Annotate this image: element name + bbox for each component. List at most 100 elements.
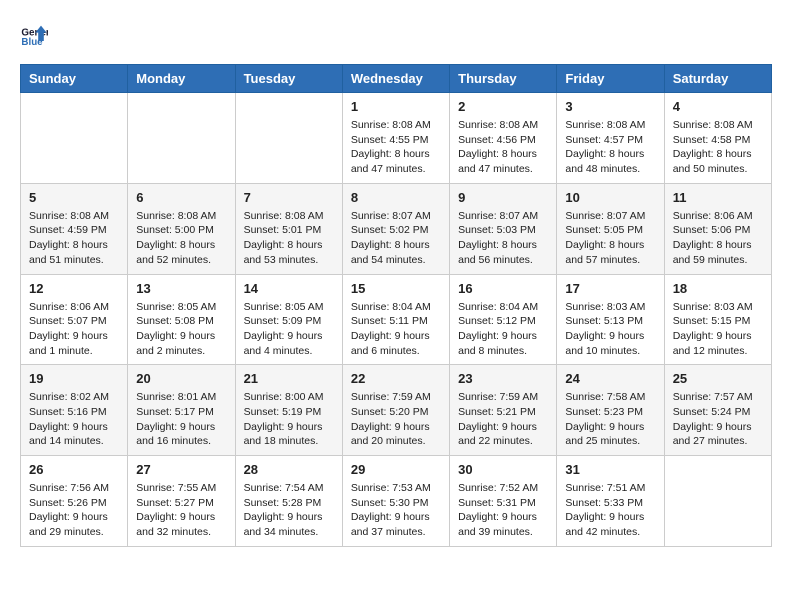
day-info: Sunrise: 8:03 AM Sunset: 5:15 PM Dayligh…: [673, 300, 763, 359]
day-number: 2: [458, 99, 548, 114]
calendar-cell: 28 Sunrise: 7:54 AM Sunset: 5:28 PM Dayli…: [235, 456, 342, 547]
day-number: 10: [565, 190, 655, 205]
calendar-cell: 12 Sunrise: 8:06 AM Sunset: 5:07 PM Dayli…: [21, 274, 128, 365]
day-info: Sunrise: 7:55 AM Sunset: 5:27 PM Dayligh…: [136, 481, 226, 540]
calendar-cell: 30Sunrise: 7:52 AM Sunset: 5:31 PM Dayli…: [450, 456, 557, 547]
calendar-cell: 13 Sunrise: 8:05 AM Sunset: 5:08 PM Dayli…: [128, 274, 235, 365]
calendar-cell: 17 Sunrise: 8:03 AM Sunset: 5:13 PM Dayli…: [557, 274, 664, 365]
day-info: Sunrise: 8:08 AM Sunset: 4:59 PM Dayligh…: [29, 209, 119, 268]
day-info: Sunrise: 7:52 AM Sunset: 5:31 PM Dayligh…: [458, 481, 548, 540]
day-info: Sunrise: 8:02 AM Sunset: 5:16 PM Dayligh…: [29, 390, 119, 449]
day-info: Sunrise: 8:08 AM Sunset: 4:55 PM Dayligh…: [351, 118, 441, 177]
day-info: Sunrise: 8:04 AM Sunset: 5:12 PM Dayligh…: [458, 300, 548, 359]
calendar-cell: 5 Sunrise: 8:08 AM Sunset: 4:59 PM Daylig…: [21, 183, 128, 274]
calendar-cell: 21 Sunrise: 8:00 AM Sunset: 5:19 PM Dayli…: [235, 365, 342, 456]
calendar-cell: 2 Sunrise: 8:08 AM Sunset: 4:56 PM Daylig…: [450, 93, 557, 184]
day-number: 23: [458, 371, 548, 386]
day-info: Sunrise: 8:07 AM Sunset: 5:02 PM Dayligh…: [351, 209, 441, 268]
calendar-day-header: Thursday: [450, 65, 557, 93]
calendar-week-row: 1 Sunrise: 8:08 AM Sunset: 4:55 PM Daylig…: [21, 93, 772, 184]
calendar-day-header: Monday: [128, 65, 235, 93]
calendar-day-header: Wednesday: [342, 65, 449, 93]
calendar-cell: 11 Sunrise: 8:06 AM Sunset: 5:06 PM Dayli…: [664, 183, 771, 274]
day-info: Sunrise: 8:05 AM Sunset: 5:08 PM Dayligh…: [136, 300, 226, 359]
calendar-week-row: 26 Sunrise: 7:56 AM Sunset: 5:26 PM Dayli…: [21, 456, 772, 547]
calendar-cell: 20 Sunrise: 8:01 AM Sunset: 5:17 PM Dayli…: [128, 365, 235, 456]
day-info: Sunrise: 7:53 AM Sunset: 5:30 PM Dayligh…: [351, 481, 441, 540]
day-info: Sunrise: 8:08 AM Sunset: 4:58 PM Dayligh…: [673, 118, 763, 177]
calendar-cell: 15Sunrise: 8:04 AM Sunset: 5:11 PM Dayli…: [342, 274, 449, 365]
calendar-day-header: Tuesday: [235, 65, 342, 93]
calendar-day-header: Sunday: [21, 65, 128, 93]
day-number: 8: [351, 190, 441, 205]
calendar-cell: 1 Sunrise: 8:08 AM Sunset: 4:55 PM Daylig…: [342, 93, 449, 184]
calendar-cell: 3Sunrise: 8:08 AM Sunset: 4:57 PM Daylig…: [557, 93, 664, 184]
day-info: Sunrise: 8:08 AM Sunset: 4:57 PM Dayligh…: [565, 118, 655, 177]
day-info: Sunrise: 7:59 AM Sunset: 5:21 PM Dayligh…: [458, 390, 548, 449]
day-info: Sunrise: 7:56 AM Sunset: 5:26 PM Dayligh…: [29, 481, 119, 540]
day-info: Sunrise: 8:04 AM Sunset: 5:11 PM Dayligh…: [351, 300, 441, 359]
calendar-cell: 31 Sunrise: 7:51 AM Sunset: 5:33 PM Dayli…: [557, 456, 664, 547]
day-info: Sunrise: 8:01 AM Sunset: 5:17 PM Dayligh…: [136, 390, 226, 449]
day-number: 6: [136, 190, 226, 205]
day-number: 13: [136, 281, 226, 296]
day-info: Sunrise: 7:51 AM Sunset: 5:33 PM Dayligh…: [565, 481, 655, 540]
calendar-week-row: 12 Sunrise: 8:06 AM Sunset: 5:07 PM Dayli…: [21, 274, 772, 365]
day-info: Sunrise: 8:06 AM Sunset: 5:06 PM Dayligh…: [673, 209, 763, 268]
day-number: 25: [673, 371, 763, 386]
day-number: 20: [136, 371, 226, 386]
calendar-cell: 7 Sunrise: 8:08 AM Sunset: 5:01 PM Daylig…: [235, 183, 342, 274]
day-number: 12: [29, 281, 119, 296]
day-info: Sunrise: 8:00 AM Sunset: 5:19 PM Dayligh…: [244, 390, 334, 449]
logo-icon: General Blue: [20, 20, 48, 48]
day-info: Sunrise: 8:08 AM Sunset: 5:01 PM Dayligh…: [244, 209, 334, 268]
calendar-cell: 8 Sunrise: 8:07 AM Sunset: 5:02 PM Daylig…: [342, 183, 449, 274]
day-number: 11: [673, 190, 763, 205]
calendar-cell: 23 Sunrise: 7:59 AM Sunset: 5:21 PM Dayli…: [450, 365, 557, 456]
day-number: 5: [29, 190, 119, 205]
day-number: 14: [244, 281, 334, 296]
calendar-header-row: SundayMondayTuesdayWednesdayThursdayFrid…: [21, 65, 772, 93]
day-number: 7: [244, 190, 334, 205]
day-info: Sunrise: 8:06 AM Sunset: 5:07 PM Dayligh…: [29, 300, 119, 359]
calendar-cell: 10 Sunrise: 8:07 AM Sunset: 5:05 PM Dayli…: [557, 183, 664, 274]
day-info: Sunrise: 7:59 AM Sunset: 5:20 PM Dayligh…: [351, 390, 441, 449]
day-info: Sunrise: 8:08 AM Sunset: 5:00 PM Dayligh…: [136, 209, 226, 268]
day-number: 18: [673, 281, 763, 296]
calendar-cell: [664, 456, 771, 547]
day-number: 27: [136, 462, 226, 477]
day-info: Sunrise: 8:07 AM Sunset: 5:03 PM Dayligh…: [458, 209, 548, 268]
day-number: 9: [458, 190, 548, 205]
calendar-cell: [21, 93, 128, 184]
day-number: 26: [29, 462, 119, 477]
day-number: 19: [29, 371, 119, 386]
day-number: 31: [565, 462, 655, 477]
day-number: 17: [565, 281, 655, 296]
day-info: Sunrise: 7:54 AM Sunset: 5:28 PM Dayligh…: [244, 481, 334, 540]
day-number: 29: [351, 462, 441, 477]
calendar-cell: 16Sunrise: 8:04 AM Sunset: 5:12 PM Dayli…: [450, 274, 557, 365]
calendar-cell: 27 Sunrise: 7:55 AM Sunset: 5:27 PM Dayli…: [128, 456, 235, 547]
day-info: Sunrise: 7:57 AM Sunset: 5:24 PM Dayligh…: [673, 390, 763, 449]
day-number: 21: [244, 371, 334, 386]
day-info: Sunrise: 8:07 AM Sunset: 5:05 PM Dayligh…: [565, 209, 655, 268]
calendar-cell: 24Sunrise: 7:58 AM Sunset: 5:23 PM Dayli…: [557, 365, 664, 456]
calendar-day-header: Friday: [557, 65, 664, 93]
day-number: 28: [244, 462, 334, 477]
calendar-cell: [128, 93, 235, 184]
day-info: Sunrise: 8:03 AM Sunset: 5:13 PM Dayligh…: [565, 300, 655, 359]
day-number: 1: [351, 99, 441, 114]
calendar-cell: 26 Sunrise: 7:56 AM Sunset: 5:26 PM Dayli…: [21, 456, 128, 547]
calendar-week-row: 19 Sunrise: 8:02 AM Sunset: 5:16 PM Dayli…: [21, 365, 772, 456]
page-header: General Blue: [20, 20, 772, 48]
day-info: Sunrise: 8:08 AM Sunset: 4:56 PM Dayligh…: [458, 118, 548, 177]
calendar-table: SundayMondayTuesdayWednesdayThursdayFrid…: [20, 64, 772, 547]
calendar-cell: 6 Sunrise: 8:08 AM Sunset: 5:00 PM Daylig…: [128, 183, 235, 274]
calendar-cell: 4Sunrise: 8:08 AM Sunset: 4:58 PM Daylig…: [664, 93, 771, 184]
calendar-cell: 19 Sunrise: 8:02 AM Sunset: 5:16 PM Dayli…: [21, 365, 128, 456]
calendar-cell: 9 Sunrise: 8:07 AM Sunset: 5:03 PM Daylig…: [450, 183, 557, 274]
calendar-cell: [235, 93, 342, 184]
calendar-day-header: Saturday: [664, 65, 771, 93]
calendar-cell: 22 Sunrise: 7:59 AM Sunset: 5:20 PM Dayli…: [342, 365, 449, 456]
day-number: 22: [351, 371, 441, 386]
